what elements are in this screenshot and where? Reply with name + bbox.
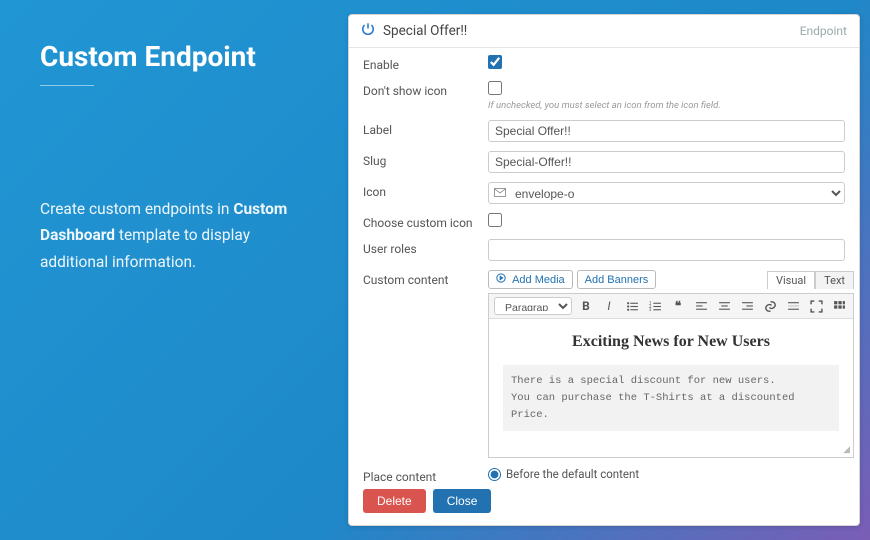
insert-more-icon[interactable] [784, 297, 802, 315]
choose-custom-icon-checkbox[interactable] [488, 213, 502, 227]
add-banners-button[interactable]: Add Banners [577, 270, 657, 289]
power-icon [361, 22, 375, 40]
endpoint-dialog: Special Offer!! Endpoint Enable Don't sh… [348, 14, 860, 526]
editor-heading: Exciting News for New Users [503, 333, 839, 351]
enable-label: Enable [363, 55, 488, 72]
paragraph-select[interactable]: Paragraph [494, 297, 572, 315]
close-button[interactable]: Close [433, 489, 492, 513]
align-left-icon[interactable] [692, 297, 710, 315]
slug-input[interactable] [488, 151, 845, 173]
icon-select[interactable]: envelope-o [488, 182, 845, 204]
slug-label: Slug [363, 151, 488, 168]
dont-show-icon-checkbox[interactable] [488, 81, 502, 95]
dont-show-icon-hint: If unchecked, you must select an icon fr… [488, 100, 845, 111]
media-icon [496, 274, 509, 286]
bold-icon[interactable]: B [577, 297, 595, 315]
editor-body: There is a special discount for new user… [503, 365, 839, 431]
dont-show-icon-label: Don't show icon [363, 81, 488, 98]
label-input[interactable] [488, 120, 845, 142]
user-roles-input[interactable] [488, 239, 845, 261]
italic-icon[interactable]: I [600, 297, 618, 315]
place-before-radio[interactable] [488, 468, 501, 481]
fullscreen-icon[interactable] [807, 297, 825, 315]
heading-divider [40, 85, 94, 86]
place-content-label: Place content [363, 467, 488, 481]
toolbar-toggle-icon[interactable] [830, 297, 848, 315]
content-editor: Paragraph B I 123 ❝ [488, 293, 854, 458]
page-heading: Custom Endpoint [40, 40, 318, 73]
align-center-icon[interactable] [715, 297, 733, 315]
tab-text[interactable]: Text [815, 271, 854, 289]
enable-checkbox[interactable] [488, 55, 502, 69]
delete-button[interactable]: Delete [363, 489, 426, 513]
choose-custom-icon-label: Choose custom icon [363, 213, 488, 230]
dialog-body: Enable Don't show icon If unchecked, you… [349, 48, 859, 481]
svg-text:3: 3 [649, 307, 652, 312]
align-right-icon[interactable] [738, 297, 756, 315]
user-roles-label: User roles [363, 239, 488, 256]
tab-visual[interactable]: Visual [767, 271, 815, 289]
numbered-list-icon[interactable]: 123 [646, 297, 664, 315]
dialog-type-label: Endpoint [800, 24, 847, 38]
bullet-list-icon[interactable] [623, 297, 641, 315]
editor-canvas[interactable]: Exciting News for New Users There is a s… [489, 319, 853, 445]
resize-handle-icon[interactable]: ◢ [489, 445, 853, 457]
place-before-option[interactable]: Before the default content [488, 467, 845, 481]
blockquote-icon[interactable]: ❝ [669, 297, 687, 315]
icon-label: Icon [363, 182, 488, 199]
dialog-footer: Delete Close [349, 481, 859, 525]
editor-toolbar: Paragraph B I 123 ❝ [489, 294, 853, 319]
custom-content-label: Custom content [363, 270, 488, 287]
marketing-sidebar: Custom Endpoint Create custom endpoints … [0, 0, 348, 540]
add-media-button[interactable]: Add Media [488, 270, 573, 289]
link-icon[interactable] [761, 297, 779, 315]
dialog-title: Special Offer!! [383, 23, 467, 39]
label-label: Label [363, 120, 488, 137]
dialog-header: Special Offer!! Endpoint [349, 15, 859, 48]
page-description: Create custom endpoints in Custom Dashbo… [40, 196, 318, 275]
